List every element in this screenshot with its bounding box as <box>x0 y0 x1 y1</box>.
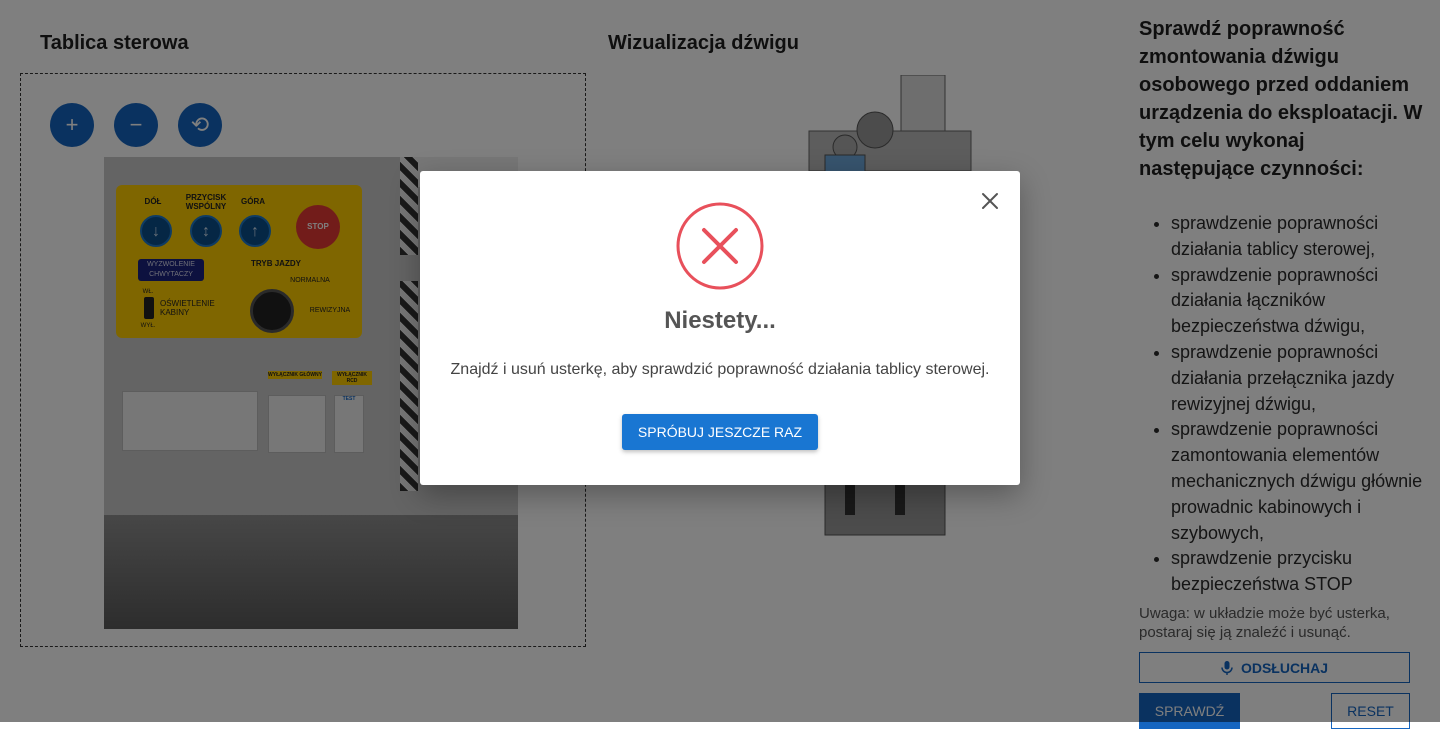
error-x-icon <box>676 202 764 290</box>
error-dialog: Niestety... Znajdź i usuń usterkę, aby s… <box>420 171 1020 485</box>
close-icon <box>982 193 998 209</box>
close-button[interactable] <box>978 189 1002 213</box>
app-root: Tablica sterowa + − ⟲ DÓŁ PRZYCISK WSPÓL… <box>0 0 1440 729</box>
retry-button[interactable]: SPRÓBUJ JESZCZE RAZ <box>622 414 818 450</box>
dialog-title: Niestety... <box>664 307 776 334</box>
dialog-message: Znajdź i usuń usterkę, aby sprawdzić pop… <box>450 361 990 378</box>
